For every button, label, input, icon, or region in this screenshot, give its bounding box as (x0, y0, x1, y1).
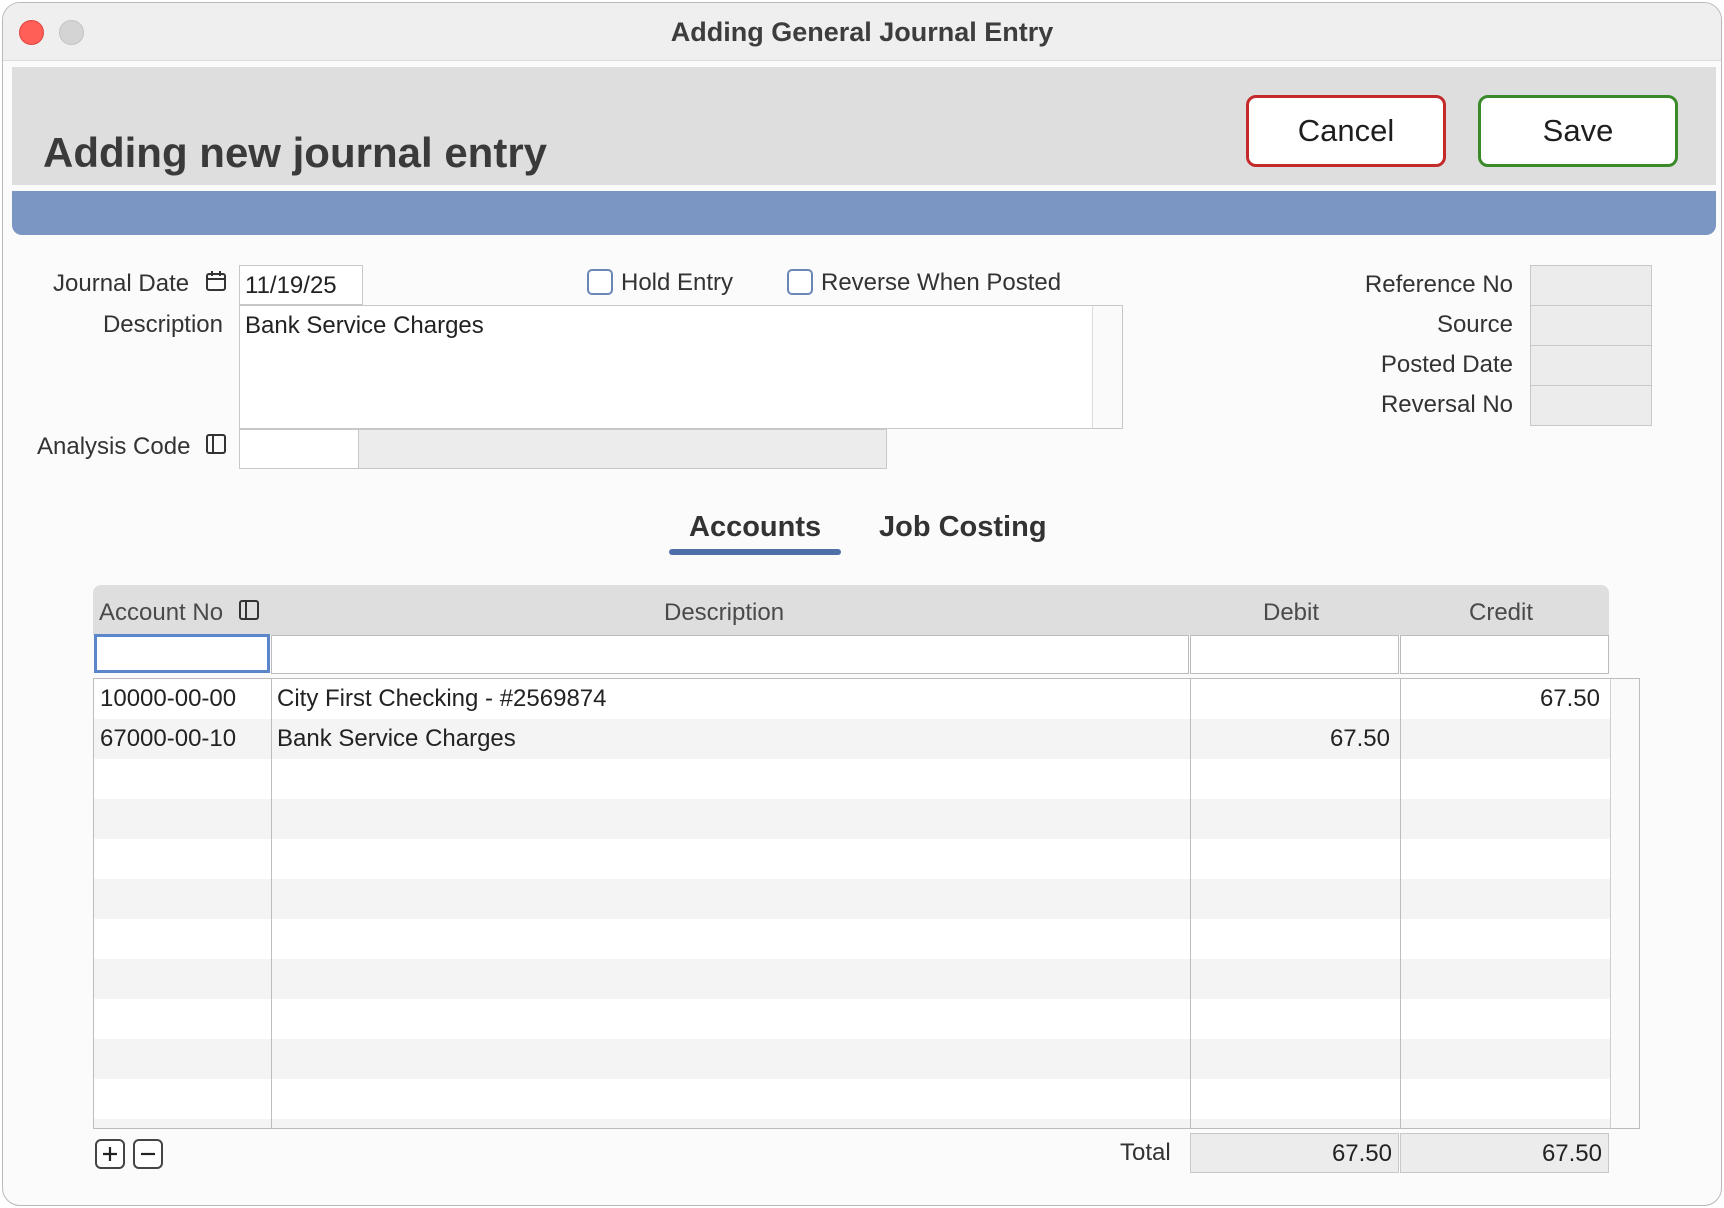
journal-date-label-text: Journal Date (53, 269, 190, 297)
list-lookup-icon[interactable] (238, 599, 260, 628)
description-textarea[interactable]: Bank Service Charges (239, 305, 1123, 429)
reversal-no-field (1530, 385, 1652, 426)
reference-no-field (1530, 265, 1652, 306)
title-bar: Adding General Journal Entry (3, 3, 1721, 61)
grid-scrollbar[interactable] (1610, 679, 1639, 1128)
minus-icon (141, 1152, 155, 1156)
hold-entry-checkbox[interactable] (587, 269, 613, 295)
description-scrollbar[interactable] (1092, 306, 1122, 428)
list-lookup-icon[interactable] (205, 433, 227, 462)
calendar-icon[interactable] (204, 269, 228, 300)
add-line-button[interactable] (95, 1139, 125, 1169)
row-description: City First Checking - #2569874 (277, 685, 607, 712)
total-debit: 67.50 (1190, 1133, 1399, 1173)
empty-row[interactable] (94, 839, 1610, 879)
journal-date-label: Journal Date (53, 269, 228, 300)
cancel-button[interactable]: Cancel (1246, 95, 1446, 167)
row-credit (1400, 719, 1600, 759)
journal-lines-grid: 10000-00-00 City First Checking - #25698… (93, 678, 1640, 1129)
empty-row[interactable] (94, 879, 1610, 919)
empty-row[interactable] (94, 1119, 1610, 1128)
empty-row[interactable] (94, 959, 1610, 999)
empty-row[interactable] (94, 799, 1610, 839)
total-label: Total (1120, 1139, 1171, 1166)
journal-date-input[interactable]: 11/19/25 (239, 265, 363, 305)
description-label: Description (102, 311, 223, 338)
column-divider (1400, 679, 1401, 1128)
empty-row[interactable] (94, 999, 1610, 1039)
description-text: Bank Service Charges (245, 312, 484, 339)
accent-band (12, 191, 1716, 235)
posted-date-field (1530, 345, 1652, 386)
table-row[interactable]: 67000-00-10 Bank Service Charges 67.50 (94, 719, 1610, 759)
source-label: Source (1436, 311, 1513, 338)
plus-icon (103, 1147, 117, 1161)
new-credit-input[interactable] (1400, 635, 1609, 674)
column-header-credit[interactable]: Credit (1469, 599, 1533, 627)
empty-row[interactable] (94, 1079, 1610, 1119)
reverse-when-posted-checkbox[interactable] (787, 269, 813, 295)
analysis-code-input[interactable] (239, 429, 359, 469)
column-header-account-no[interactable]: Account No (99, 599, 260, 628)
new-description-input[interactable] (271, 635, 1189, 674)
analysis-code-label-text: Analysis Code (37, 433, 191, 460)
analysis-code-label: Analysis Code (37, 433, 227, 462)
empty-row[interactable] (94, 1039, 1610, 1079)
reverse-when-posted-label: Reverse When Posted (821, 269, 1062, 296)
row-debit (1190, 679, 1390, 719)
row-account-no: 10000-00-00 (100, 685, 237, 712)
column-header-account-no-text: Account No (99, 599, 224, 626)
row-account-no: 67000-00-10 (100, 725, 237, 752)
save-button[interactable]: Save (1478, 95, 1678, 167)
app-window: Adding General Journal Entry Adding new … (2, 2, 1722, 1206)
reversal-no-label: Reversal No (1380, 391, 1513, 418)
tab-job-costing[interactable]: Job Costing (879, 511, 1047, 544)
new-account-no-input[interactable] (94, 634, 270, 673)
empty-row[interactable] (94, 759, 1610, 799)
row-credit: 67.50 (1539, 685, 1600, 712)
page-title: Adding new journal entry (43, 129, 548, 176)
active-tab-indicator (669, 549, 841, 555)
column-divider (1190, 679, 1191, 1128)
remove-line-button[interactable] (133, 1139, 163, 1169)
column-header-debit[interactable]: Debit (1263, 599, 1319, 627)
row-description: Bank Service Charges (277, 725, 516, 752)
analysis-code-name (358, 429, 887, 469)
reference-no-label: Reference No (1364, 271, 1513, 298)
window-title: Adding General Journal Entry (670, 17, 1054, 47)
hold-entry-label: Hold Entry (621, 269, 734, 296)
column-header-description[interactable]: Description (664, 599, 784, 627)
total-credit: 67.50 (1400, 1133, 1609, 1173)
row-debit: 67.50 (1329, 725, 1390, 752)
new-debit-input[interactable] (1190, 635, 1399, 674)
empty-row[interactable] (94, 919, 1610, 959)
grid-header (93, 585, 1609, 635)
posted-date-label: Posted Date (1380, 351, 1513, 378)
source-field (1530, 305, 1652, 346)
table-row[interactable]: 10000-00-00 City First Checking - #25698… (94, 679, 1610, 719)
tab-accounts[interactable]: Accounts (689, 511, 821, 544)
column-divider (271, 679, 272, 1128)
